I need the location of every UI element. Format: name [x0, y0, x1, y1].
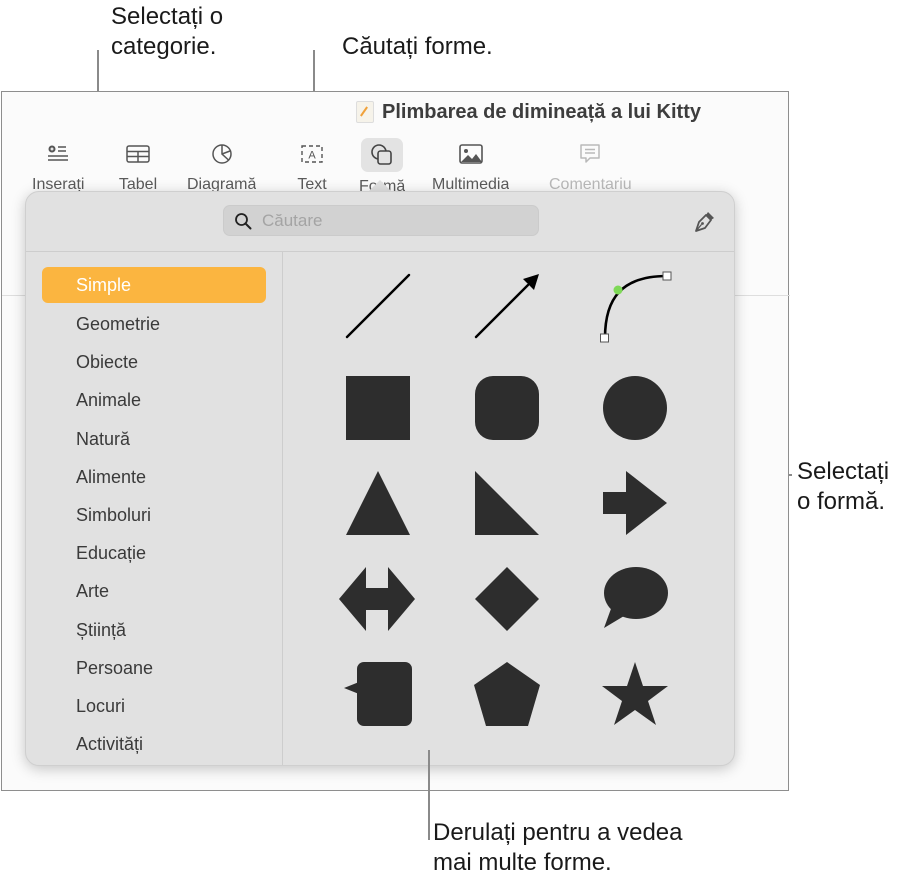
- category-alimente[interactable]: Alimente: [42, 458, 266, 496]
- callout-scroll: Derulați pentru a vedea mai multe forme.: [433, 818, 683, 878]
- category-list: Simple Geometrie Obiecte Animale Natură …: [42, 267, 266, 763]
- leader-line-scroll: [428, 750, 430, 840]
- toolbar-insert-button[interactable]: Inserați: [32, 138, 84, 198]
- callout-select-category: Selectați o categorie.: [111, 2, 223, 62]
- shape-circle[interactable]: [595, 368, 675, 448]
- pen-icon: [695, 212, 714, 232]
- callout-line-1: Căutați forme.: [342, 33, 493, 60]
- table-icon: [118, 138, 158, 170]
- toolbar-text-button[interactable]: A Text: [292, 138, 332, 198]
- callout-line-1: Selectați: [797, 458, 890, 485]
- category-geometrie[interactable]: Geometrie: [42, 305, 266, 343]
- shape-diamond[interactable]: [467, 559, 547, 639]
- callout-select-shape: Selectați o formă.: [797, 457, 889, 517]
- toolbar-table-button[interactable]: Tabel: [118, 138, 158, 198]
- shapes-popover: Simple Geometrie Obiecte Animale Natură …: [25, 191, 735, 766]
- shape-rounded-square[interactable]: [467, 368, 547, 448]
- toolbar-chart-button[interactable]: Diagramă: [187, 138, 256, 198]
- text-box-icon: A: [292, 138, 332, 170]
- category-arte[interactable]: Arte: [42, 572, 266, 610]
- category-activitati[interactable]: Activități: [42, 725, 266, 763]
- category-obiecte[interactable]: Obiecte: [42, 343, 266, 381]
- shape-star[interactable]: [595, 654, 675, 734]
- svg-text:A: A: [308, 150, 316, 162]
- callout-search-shapes: Căutați forme.: [342, 32, 493, 62]
- callout-line-2: categorie.: [111, 33, 217, 60]
- shape-square[interactable]: [338, 368, 418, 448]
- shape-search-field[interactable]: [223, 205, 539, 236]
- toolbar-media-button[interactable]: Multimedia: [432, 138, 509, 198]
- shape-icon: [361, 138, 404, 172]
- category-animale[interactable]: Animale: [42, 381, 266, 419]
- callout-line-2: o formă.: [797, 488, 886, 515]
- chart-icon: [202, 138, 242, 170]
- category-stiinta[interactable]: Știință: [42, 611, 266, 649]
- shape-speech-bubble[interactable]: [595, 559, 675, 639]
- category-natura[interactable]: Natură: [42, 420, 266, 458]
- draw-with-pen-button[interactable]: [690, 208, 718, 236]
- shape-line[interactable]: [338, 266, 418, 346]
- popover-divider: [26, 251, 734, 252]
- category-locuri[interactable]: Locuri: [42, 687, 266, 725]
- category-educatie[interactable]: Educație: [42, 534, 266, 572]
- pages-document-icon: [356, 101, 374, 123]
- shape-triangle[interactable]: [338, 463, 418, 543]
- shape-double-arrow[interactable]: [338, 559, 418, 639]
- search-input[interactable]: [260, 209, 514, 232]
- toolbar-comment-button[interactable]: Comentariu: [549, 138, 632, 198]
- shape-arrow-line[interactable]: [467, 266, 547, 346]
- insert-icon: [38, 138, 78, 170]
- callout-line-2: mai multe forme.: [433, 849, 612, 876]
- shape-pentagon[interactable]: [467, 654, 547, 734]
- callout-line-1: Selectați o: [111, 3, 224, 30]
- document-title-bar: Plimbarea de dimineață a lui Kitty: [356, 98, 701, 126]
- shape-arrow-right[interactable]: [595, 463, 675, 543]
- category-persoane[interactable]: Persoane: [42, 649, 266, 687]
- shape-right-triangle[interactable]: [467, 463, 547, 543]
- document-title: Plimbarea de dimineață a lui Kitty: [382, 100, 701, 123]
- media-icon: [451, 138, 491, 170]
- category-simple[interactable]: Simple: [42, 267, 266, 303]
- search-icon: [235, 212, 252, 229]
- shape-callout-square[interactable]: [338, 654, 418, 734]
- shape-grid: [283, 254, 733, 764]
- callout-line-1: Derulați pentru a vedea: [433, 819, 683, 846]
- shape-curve[interactable]: [595, 266, 675, 346]
- comment-icon: [570, 138, 610, 170]
- category-simboluri[interactable]: Simboluri: [42, 496, 266, 534]
